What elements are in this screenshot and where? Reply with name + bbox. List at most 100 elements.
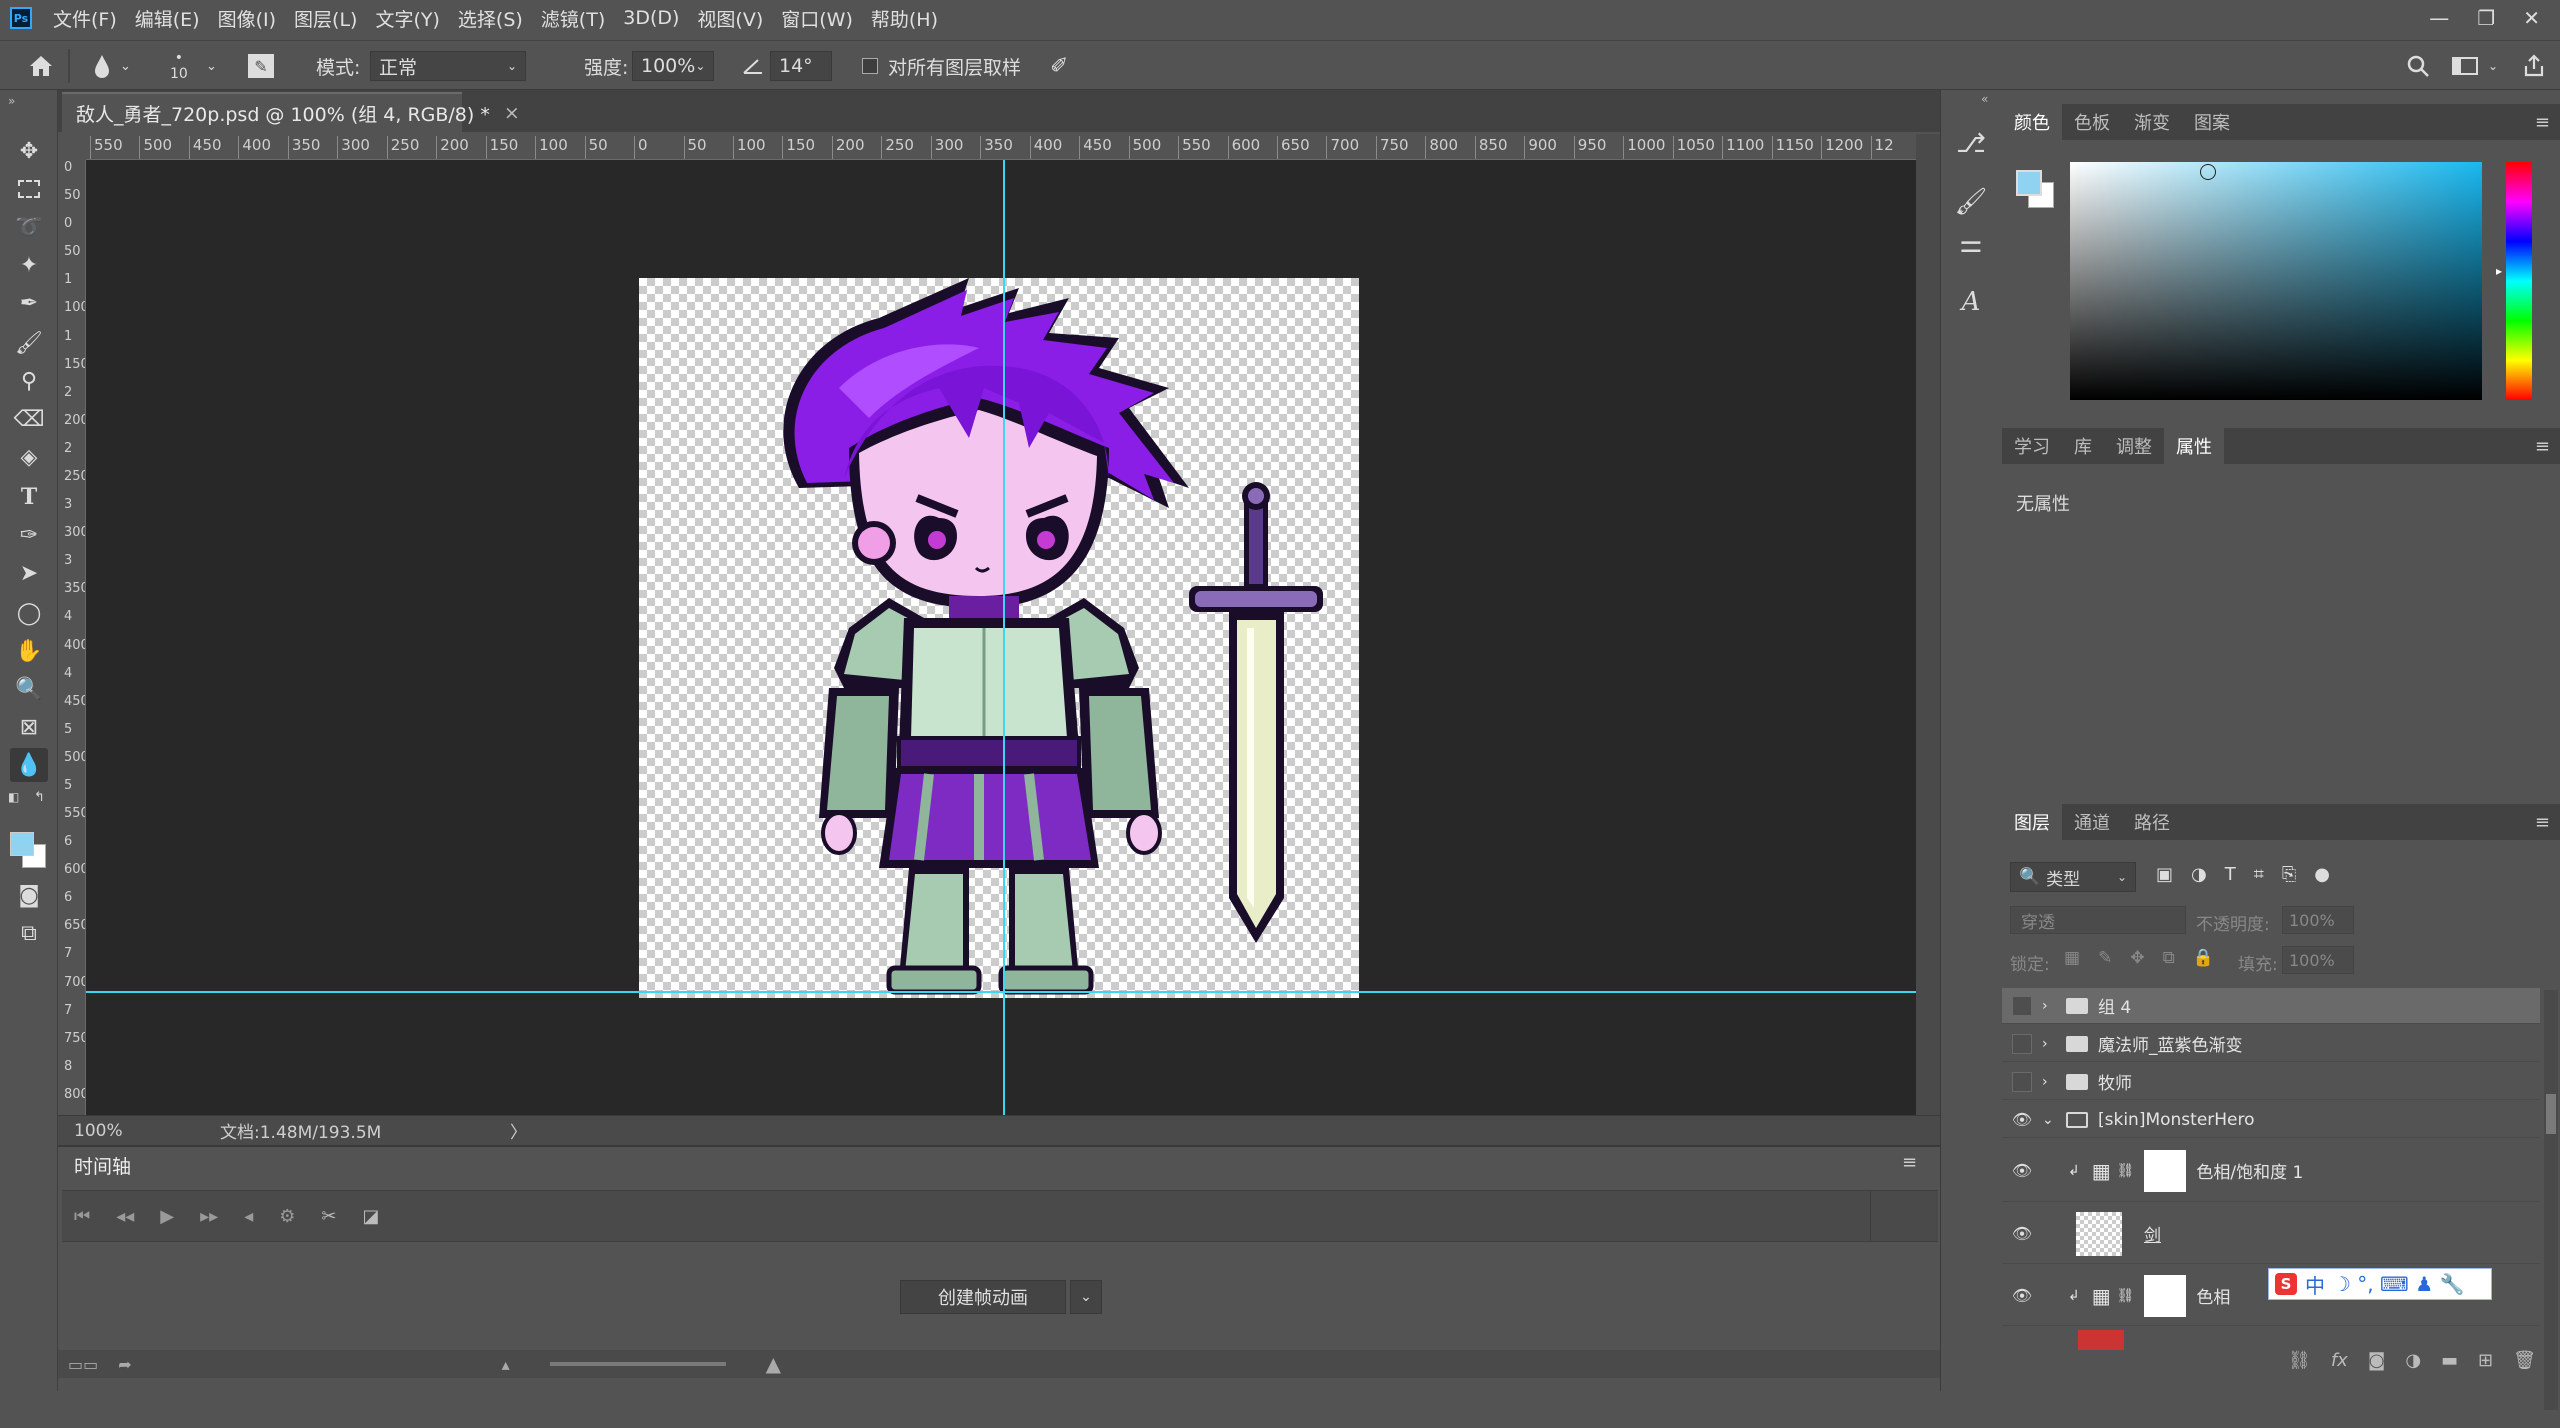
- first-frame-icon[interactable]: ⏮: [74, 1206, 90, 1227]
- paint-bucket-tool-icon[interactable]: ◈: [10, 440, 48, 474]
- quick-mask-icon[interactable]: ◙: [10, 878, 48, 912]
- collapse-panels-icon[interactable]: «: [1981, 92, 1988, 106]
- hand-tool-icon[interactable]: ✋: [10, 634, 48, 668]
- tab-swatches[interactable]: 色板: [2062, 104, 2122, 140]
- search-icon[interactable]: [2406, 41, 2430, 91]
- canvas-area[interactable]: [86, 160, 1916, 1115]
- stamp-tool-icon[interactable]: ⚲: [10, 364, 48, 398]
- marquee-tool-icon[interactable]: [10, 172, 48, 206]
- layer-mask-thumbnail[interactable]: [2144, 1274, 2187, 1317]
- history-panel-icon[interactable]: ⎇: [1951, 124, 1991, 164]
- brush-size-picker[interactable]: • 10: [170, 41, 188, 91]
- panel-menu-icon[interactable]: ≡: [2535, 812, 2550, 833]
- blend-mode-select[interactable]: 穿透: [2010, 906, 2186, 934]
- screen-mode-icon[interactable]: ⧉: [10, 916, 48, 950]
- lock-transparent-icon[interactable]: ▦: [2064, 948, 2080, 968]
- sample-all-layers-checkbox[interactable]: 对所有图层取样: [862, 41, 1021, 91]
- zoom-level[interactable]: 100%: [74, 1121, 174, 1141]
- layer-row-priest[interactable]: › 牧师: [2002, 1064, 2540, 1100]
- tab-adjustments[interactable]: 调整: [2104, 428, 2164, 464]
- link-icon[interactable]: ⛓: [2117, 1163, 2135, 1179]
- menu-edit[interactable]: 编辑(E): [126, 5, 209, 32]
- timeline-zoom-slider[interactable]: [549, 1362, 726, 1366]
- panel-menu-icon[interactable]: ≡: [2535, 112, 2550, 133]
- fill-input[interactable]: 100%: [2282, 946, 2354, 974]
- lock-pixels-icon[interactable]: ✎: [2098, 948, 2112, 968]
- tab-layers[interactable]: 图层: [2002, 804, 2062, 840]
- eye-icon[interactable]: 👁: [2002, 1110, 2042, 1129]
- menu-3d[interactable]: 3D(D): [614, 7, 688, 29]
- pen-tool-icon[interactable]: ✑: [10, 518, 48, 552]
- default-colors-icon[interactable]: ◧: [8, 790, 19, 804]
- frame-tool-icon[interactable]: ⊠: [10, 710, 48, 744]
- tab-channels[interactable]: 通道: [2062, 804, 2122, 840]
- filter-toggle-icon[interactable]: ●: [2314, 864, 2330, 885]
- chevron-right-icon[interactable]: ›: [2042, 1074, 2056, 1090]
- tab-gradients[interactable]: 渐变: [2122, 104, 2182, 140]
- layer-filter-select[interactable]: 🔍 类型 ⌄: [2010, 862, 2136, 892]
- create-frame-animation-button[interactable]: 创建帧动画: [900, 1280, 1066, 1314]
- close-tab-icon[interactable]: ×: [504, 102, 520, 124]
- eraser-tool-icon[interactable]: ⌫: [10, 402, 48, 436]
- convert-timeline-icon[interactable]: ▭▭: [68, 1355, 98, 1374]
- menu-view[interactable]: 视图(V): [688, 5, 772, 32]
- eyedropper-tool-icon[interactable]: ✒: [10, 286, 48, 320]
- add-mask-icon[interactable]: ◙: [2368, 1350, 2385, 1371]
- document-tab[interactable]: 敌人_勇者_720p.psd @ 100% (组 4, RGB/8) * ×: [62, 92, 520, 132]
- share-icon[interactable]: [2522, 41, 2546, 91]
- shape-filter-icon[interactable]: ⌗: [2254, 864, 2264, 885]
- split-scissors-icon[interactable]: ✂: [321, 1206, 336, 1227]
- menu-filter[interactable]: 滤镜(T): [532, 5, 614, 32]
- hue-slider-handle[interactable]: ▸: [2496, 264, 2502, 278]
- brush-tool-icon[interactable]: 🖌: [10, 326, 48, 360]
- chevron-down-icon[interactable]: ⌄: [206, 41, 217, 91]
- magic-wand-tool-icon[interactable]: ✦: [10, 248, 48, 282]
- tab-color[interactable]: 颜色: [2002, 104, 2062, 140]
- ime-language[interactable]: 中: [2305, 1270, 2325, 1299]
- strength-input[interactable]: 100% ⌄: [632, 41, 714, 91]
- ellipse-tool-icon[interactable]: ◯: [10, 596, 48, 630]
- visibility-toggle[interactable]: [2012, 1071, 2032, 1092]
- render-video-icon[interactable]: ➦: [118, 1355, 131, 1374]
- menu-image[interactable]: 图像(I): [209, 5, 285, 32]
- create-animation-dropdown[interactable]: ⌄: [1070, 1280, 1102, 1314]
- menu-select[interactable]: 选择(S): [449, 5, 532, 32]
- menu-layer[interactable]: 图层(L): [285, 5, 366, 32]
- eye-icon[interactable]: 👁: [2002, 1286, 2042, 1305]
- sword-layer-thumbnail[interactable]: [2076, 1211, 2122, 1256]
- color-fg-swatch[interactable]: [2016, 170, 2042, 196]
- adjustments-sliders-icon[interactable]: ⚌: [1951, 224, 1991, 264]
- minimize-button[interactable]: —: [2429, 6, 2449, 30]
- settings-gear-icon[interactable]: ⚙: [279, 1206, 295, 1227]
- menu-type[interactable]: 文字(Y): [366, 5, 448, 32]
- zoom-in-timeline-icon[interactable]: ▲: [766, 1352, 781, 1376]
- visibility-toggle[interactable]: [2012, 995, 2032, 1016]
- adjustment-filter-icon[interactable]: ◑: [2191, 864, 2207, 885]
- next-frame-icon[interactable]: ▸▸: [200, 1206, 218, 1227]
- layer-row-mage-gradient[interactable]: › 魔法师_蓝紫色渐变: [2002, 1026, 2540, 1062]
- smart-object-filter-icon[interactable]: ⎘: [2282, 864, 2296, 885]
- zoom-tool-icon[interactable]: 🔍: [10, 672, 48, 706]
- audio-icon[interactable]: ◂: [244, 1206, 253, 1227]
- tab-libraries[interactable]: 库: [2062, 428, 2104, 464]
- restore-button[interactable]: ❐: [2477, 6, 2495, 30]
- guide-horizontal[interactable]: [86, 991, 1916, 993]
- tab-paths[interactable]: 路径: [2122, 804, 2182, 840]
- zoom-out-timeline-icon[interactable]: ▴: [502, 1355, 510, 1374]
- angle-input[interactable]: 14°: [770, 41, 832, 91]
- tab-patterns[interactable]: 图案: [2182, 104, 2242, 140]
- menu-window[interactable]: 窗口(W): [772, 5, 862, 32]
- visibility-toggle[interactable]: [2012, 1033, 2032, 1054]
- hue-slider[interactable]: [2506, 162, 2532, 400]
- chevron-down-icon[interactable]: ⌄: [2042, 1112, 2056, 1128]
- transition-icon[interactable]: ◪: [362, 1206, 379, 1227]
- tab-properties[interactable]: 属性: [2164, 428, 2224, 464]
- eye-icon[interactable]: 👁: [2002, 1161, 2042, 1180]
- move-tool-icon[interactable]: ✥: [10, 134, 48, 168]
- type-tool-icon[interactable]: T: [10, 480, 48, 514]
- brush-settings-icon[interactable]: ✎: [248, 41, 274, 91]
- lock-all-icon[interactable]: 🔒: [2193, 948, 2214, 968]
- layer-row-group4[interactable]: › 组 4: [2002, 988, 2540, 1024]
- character-panel-icon[interactable]: A: [1951, 282, 1991, 322]
- path-selection-tool-icon[interactable]: ➤: [10, 556, 48, 590]
